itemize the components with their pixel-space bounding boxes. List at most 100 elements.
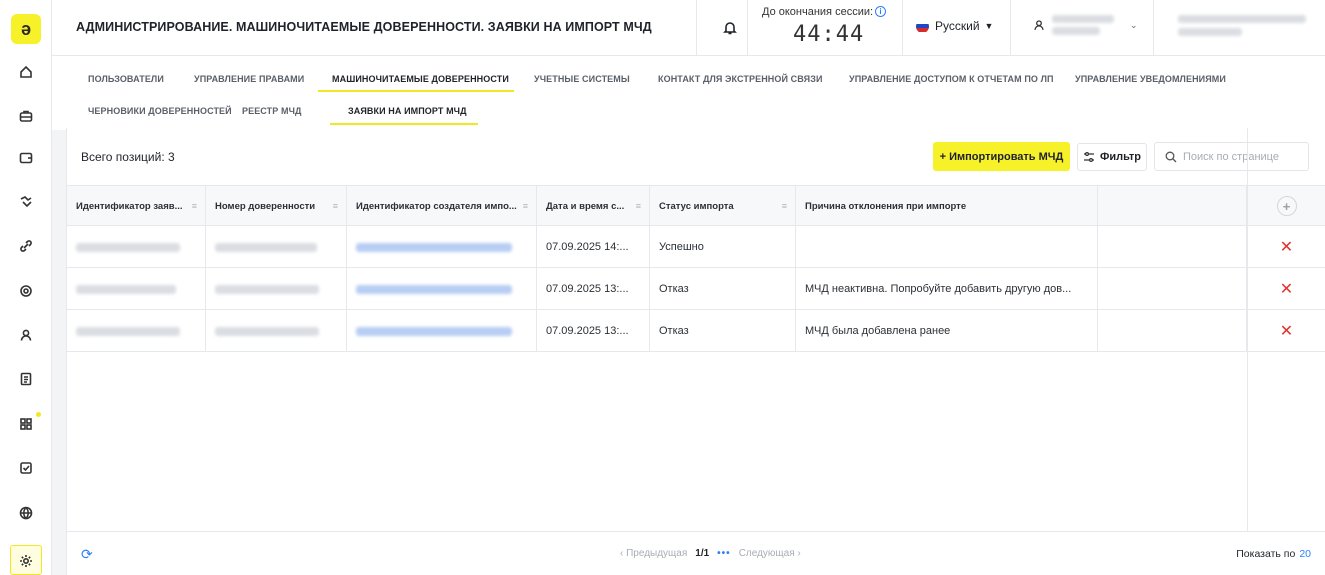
column-label: Номер доверенности: [215, 200, 316, 212]
briefcase-icon[interactable]: [16, 106, 36, 126]
request-id-cell: [67, 226, 206, 268]
datetime-cell: 07.09.2025 13:...: [537, 310, 650, 352]
language-select[interactable]: Русский ▼: [916, 19, 993, 33]
page-size-selector[interactable]: Показать по 20: [1236, 548, 1311, 560]
tab-rights-management[interactable]: УПРАВЛЕНИЕ ПРАВАМИ: [194, 74, 304, 84]
header-divider: [1153, 0, 1154, 56]
reason-cell: МЧД была добавлена ранее: [796, 310, 1098, 352]
creator-id-cell[interactable]: [347, 268, 537, 310]
filter-button[interactable]: Фильтр: [1077, 143, 1147, 171]
tab-notifications[interactable]: УПРАВЛЕНИЕ УВЕДОМЛЕНИЯМИ: [1075, 74, 1226, 84]
column-request-id[interactable]: Идентификатор заяв... ≡: [67, 186, 206, 226]
document-icon[interactable]: [16, 369, 36, 389]
language-label: Русский: [935, 19, 980, 33]
status-cell: Отказ: [650, 268, 796, 310]
header-divider: [696, 0, 697, 56]
tab-import-requests[interactable]: ЗАЯВКИ НА ИМПОРТ МЧД: [348, 106, 467, 116]
app-root: ə АДМИНИСТРИРОВАНИЕ. МАШИНОЧИТАЕМЫЕ ДОВЕ…: [0, 0, 1325, 575]
tab-accounting-systems[interactable]: УЧЕТНЫЕ СИСТЕМЫ: [534, 74, 630, 84]
table-row[interactable]: 07.09.2025 13:... Отказ МЧД неактивна. П…: [67, 268, 1325, 310]
app-logo[interactable]: ə: [11, 14, 41, 44]
table-row[interactable]: 07.09.2025 13:... Отказ МЧД была добавле…: [67, 310, 1325, 352]
handshake-icon[interactable]: [16, 192, 36, 212]
user-icon: [1034, 20, 1044, 30]
fingerprint-icon[interactable]: [16, 281, 36, 301]
settings-icon[interactable]: [16, 551, 36, 571]
tab-underline: [330, 123, 478, 125]
tab-report-access[interactable]: УПРАВЛЕНИЕ ДОСТУПОМ К ОТЧЕТАМ ПО ЛП: [849, 74, 1054, 84]
page-indicator: 1/1: [695, 548, 710, 559]
organization-redacted: [1178, 15, 1306, 36]
user-name-redacted: [1052, 15, 1114, 35]
delete-icon[interactable]: ✕: [1247, 268, 1325, 310]
bell-icon[interactable]: [720, 18, 740, 38]
datetime-cell: 07.09.2025 13:...: [537, 268, 650, 310]
creator-id-cell[interactable]: [347, 226, 537, 268]
import-requests-table: Идентификатор заяв... ≡ Номер доверенност…: [67, 185, 1325, 352]
top-header: АДМИНИСТРИРОВАНИЕ. МАШИНОЧИТАЕМЫЕ ДОВЕРЕ…: [52, 0, 1325, 56]
tab-underline: [318, 90, 514, 92]
datetime-cell: 07.09.2025 14:...: [537, 226, 650, 268]
checkbox-icon[interactable]: [16, 458, 36, 478]
next-label: Следующая: [738, 548, 795, 559]
header-divider: [1010, 0, 1011, 56]
add-column-icon[interactable]: +: [1276, 196, 1297, 216]
status-cell: Успешно: [650, 226, 796, 268]
search-icon: [1165, 151, 1177, 162]
column-import-status[interactable]: Статус импорта ≡: [650, 186, 796, 226]
tab-machine-readable-poa[interactable]: МАШИНОЧИТАЕМЫЕ ДОВЕРЕННОСТИ: [332, 74, 509, 84]
import-mchd-button[interactable]: + Импортировать МЧД: [933, 142, 1070, 171]
tab-drafts[interactable]: ЧЕРНОВИКИ ДОВЕРЕННОСТЕЙ: [88, 106, 232, 116]
delete-icon[interactable]: ✕: [1247, 226, 1325, 268]
column-label: Дата и время с...: [546, 200, 625, 212]
chevron-down-icon: ⌄: [1130, 19, 1138, 30]
tab-mchd-registry[interactable]: РЕЕСТР МЧД: [242, 106, 302, 116]
filter-label: Фильтр: [1099, 151, 1142, 163]
creator-id-cell[interactable]: [347, 310, 537, 352]
sort-icon[interactable]: ≡: [333, 201, 338, 211]
column-divider: [1247, 128, 1248, 531]
page-size-value[interactable]: 20: [1299, 548, 1311, 560]
header-divider: [747, 0, 748, 56]
more-pages-icon[interactable]: •••: [717, 548, 731, 559]
globe-icon[interactable]: [16, 503, 36, 523]
column-label: Идентификатор создателя импо...: [356, 200, 517, 212]
column-rejection-reason[interactable]: Причина отклонения при импорте: [796, 186, 1098, 226]
table-header: Идентификатор заяв... ≡ Номер доверенност…: [67, 185, 1325, 226]
wallet-icon[interactable]: [16, 148, 36, 168]
session-label: До окончания сессии:: [762, 6, 874, 18]
sort-icon[interactable]: ≡: [782, 201, 787, 211]
next-page-button[interactable]: Следующая ›: [739, 548, 801, 559]
column-label: Причина отклонения при импорте: [805, 200, 967, 212]
column-poa-number[interactable]: Номер доверенности ≡: [206, 186, 347, 226]
table-footer: ⟳ ‹ Предыдущая 1/1 ••• Следующая › Показ…: [67, 531, 1325, 575]
request-id-cell: [67, 310, 206, 352]
column-label: Идентификатор заяв...: [76, 200, 183, 212]
search-box[interactable]: [1154, 142, 1309, 171]
info-icon[interactable]: i: [875, 6, 886, 17]
table-row[interactable]: 07.09.2025 14:... Успешно ✕: [67, 226, 1325, 268]
column-empty: [1098, 186, 1247, 226]
tab-users[interactable]: ПОЛЬЗОВАТЕЛИ: [88, 74, 164, 84]
column-creator-id[interactable]: Идентификатор создателя импо... ≡: [347, 186, 537, 226]
request-id-cell: [67, 268, 206, 310]
poa-number-cell: [206, 310, 347, 352]
sort-icon[interactable]: ≡: [636, 201, 641, 211]
home-icon[interactable]: [16, 62, 36, 82]
sort-icon[interactable]: ≡: [192, 201, 197, 211]
search-input[interactable]: [1183, 150, 1303, 163]
tab-emergency-contact[interactable]: КОНТАКТ ДЛЯ ЭКСТРЕННОЙ СВЯЗИ: [658, 74, 823, 84]
empty-cell: [1098, 268, 1247, 310]
empty-cell: [1098, 226, 1247, 268]
sort-icon[interactable]: ≡: [523, 201, 528, 211]
refresh-icon[interactable]: ⟳: [81, 546, 93, 563]
column-datetime[interactable]: Дата и время с... ≡: [537, 186, 650, 226]
prev-page-button[interactable]: ‹ Предыдущая: [620, 548, 687, 559]
user-menu[interactable]: ⌄: [1032, 15, 1138, 35]
user-icon[interactable]: [16, 325, 36, 345]
link-icon[interactable]: [16, 236, 36, 256]
delete-icon[interactable]: ✕: [1247, 310, 1325, 352]
total-count: Всего позиций: 3: [81, 150, 175, 164]
column-label: Статус импорта: [659, 200, 734, 212]
grid-icon[interactable]: [16, 414, 36, 434]
